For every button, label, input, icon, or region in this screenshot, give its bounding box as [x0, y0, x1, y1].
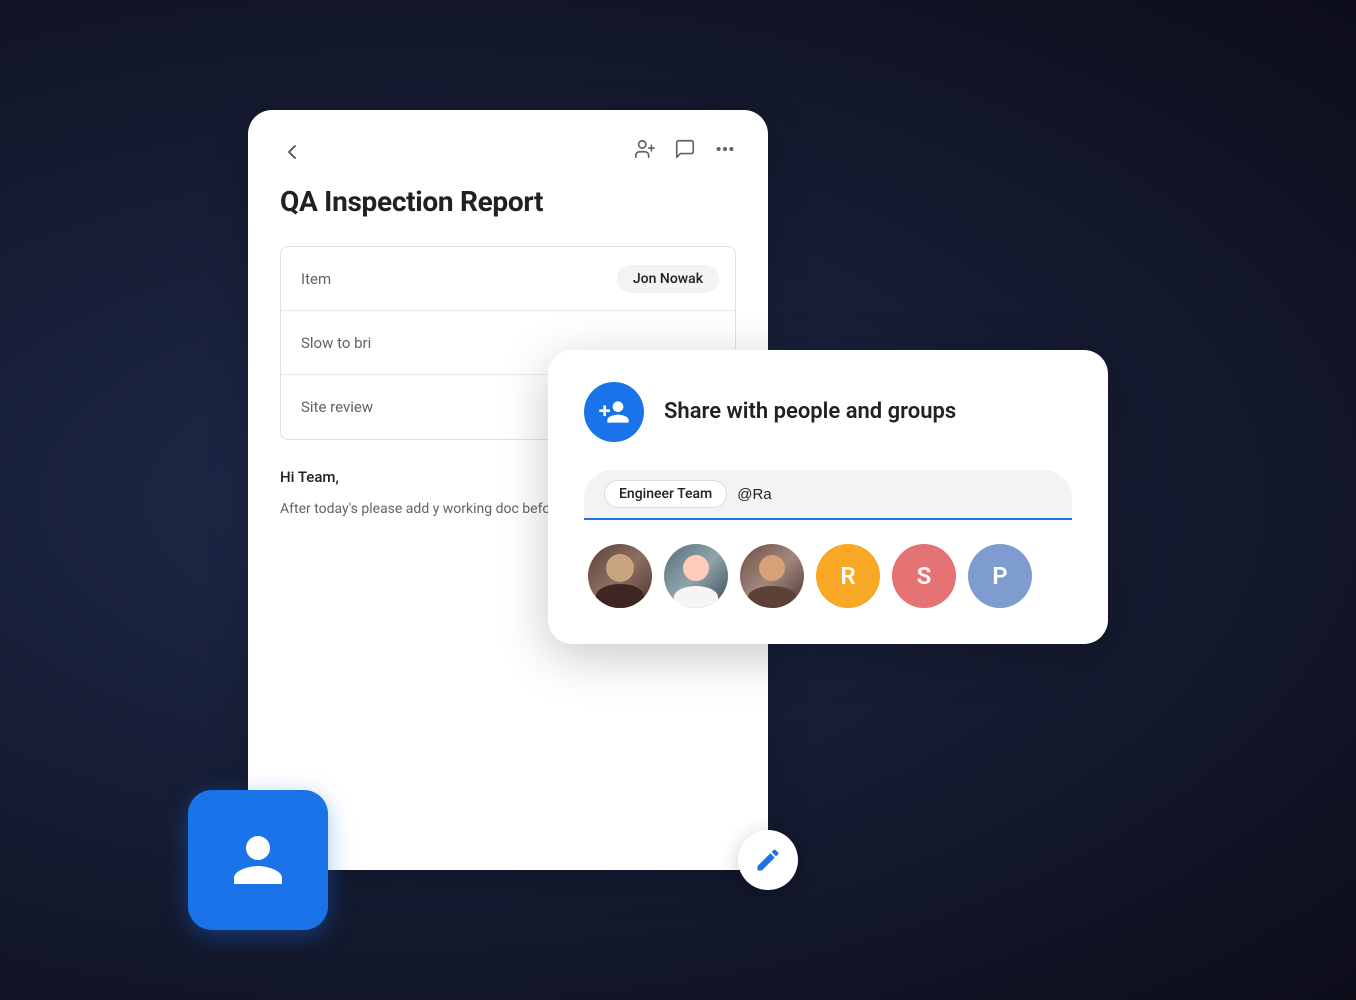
table-cell-site-label: Site review [281, 382, 575, 432]
engineer-team-chip: Engineer Team [604, 480, 727, 508]
avatar-person-2[interactable] [664, 544, 728, 608]
avatar-p[interactable]: P [968, 544, 1032, 608]
add-person-icon[interactable] [634, 138, 656, 165]
share-title: Share with people and groups [664, 398, 956, 427]
comment-icon[interactable] [674, 138, 696, 165]
doc-title: QA Inspection Report [248, 185, 768, 246]
avatars-row: R S P [584, 544, 1072, 608]
table-row: Item Jon Nowak [281, 247, 735, 311]
table-cell-item-label: Item [281, 254, 575, 304]
back-button[interactable] [280, 140, 304, 164]
avatar-r-label: R [840, 562, 855, 590]
avatar-s[interactable]: S [892, 544, 956, 608]
fab-edit-button[interactable] [738, 830, 798, 890]
more-options-icon[interactable] [714, 138, 736, 165]
avatar-r[interactable]: R [816, 544, 880, 608]
share-input-wrapper[interactable]: Engineer Team [584, 470, 1072, 520]
avatar-person-3[interactable] [740, 544, 804, 608]
share-icon-circle [584, 382, 644, 442]
doc-actions [634, 138, 736, 165]
avatar-person-1[interactable] [588, 544, 652, 608]
share-header: Share with people and groups [584, 382, 1072, 442]
avatar-p-label: P [992, 562, 1007, 590]
doc-header [248, 110, 768, 185]
person-card [188, 790, 328, 930]
avatar-s-label: S [917, 562, 932, 590]
assignee-chip: Jon Nowak [617, 265, 719, 293]
table-cell-assignee: Jon Nowak [575, 255, 735, 303]
table-cell-slow-label: Slow to bri [281, 318, 575, 368]
share-dialog: Share with people and groups Engineer Te… [548, 350, 1108, 644]
share-input[interactable] [737, 486, 1052, 503]
